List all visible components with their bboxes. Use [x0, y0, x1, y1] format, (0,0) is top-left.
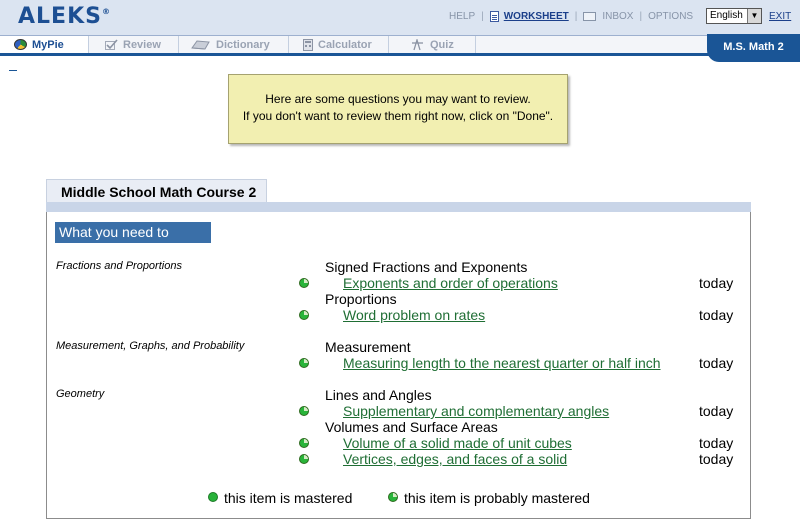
review-due: today	[699, 275, 734, 291]
divider	[9, 70, 17, 71]
message-line: Here are some questions you may want to …	[265, 92, 531, 106]
pie-chart-icon	[14, 39, 27, 50]
tab-quiz[interactable]: Quiz	[389, 36, 476, 53]
category-name: Measurement, Graphs, and Probability	[56, 340, 245, 352]
language-select[interactable]: English ▼	[706, 8, 762, 24]
language-value: English	[710, 10, 743, 21]
review-item-link[interactable]: Word problem on rates	[343, 307, 485, 323]
course-header-strip	[46, 202, 751, 212]
topic-name: Lines and Angles	[325, 387, 432, 403]
book-icon	[191, 39, 211, 50]
review-due: today	[699, 403, 734, 419]
review-heading: What you need to review	[55, 222, 211, 256]
top-links: HELP | WORKSHEET | INBOX | OPTIONS	[449, 11, 693, 22]
mastered-icon	[208, 492, 218, 502]
tab-label: MyPie	[32, 38, 64, 51]
top-header: ALEKS® HELP | WORKSHEET | INBOX | OPTION…	[0, 0, 800, 35]
tab-label: Review	[123, 38, 161, 51]
review-item-link[interactable]: Volume of a solid made of unit cubes	[343, 435, 572, 451]
course-title: Middle School Math Course 2	[46, 179, 267, 203]
review-item-link[interactable]: Vertices, edges, and faces of a solid	[343, 451, 567, 467]
probably-mastered-icon	[299, 454, 309, 464]
legend-mastered: this item is mastered	[224, 490, 353, 506]
category-name: Geometry	[56, 388, 105, 400]
options-link[interactable]: OPTIONS	[648, 11, 693, 22]
separator: |	[481, 11, 484, 22]
review-item-link[interactable]: Exponents and order of operations	[343, 275, 558, 291]
probably-mastered-icon	[299, 406, 309, 416]
chevron-down-icon[interactable]: ▼	[747, 9, 761, 23]
help-link[interactable]: HELP	[449, 11, 475, 22]
tab-dictionary[interactable]: Dictionary	[179, 36, 289, 53]
topic-name: Signed Fractions and Exponents	[325, 259, 528, 275]
topic-name: Volumes and Surface Areas	[325, 419, 498, 435]
tab-review[interactable]: Review	[89, 36, 179, 53]
aleks-logo: ALEKS®	[18, 4, 111, 29]
envelope-icon[interactable]	[583, 12, 597, 21]
separator: |	[574, 11, 578, 22]
legend-probably-mastered: this item is probably mastered	[404, 490, 590, 506]
nav-bar: MyPie Review Dictionary Calculator Quiz	[0, 35, 800, 56]
review-due: today	[699, 355, 734, 371]
tab-calculator[interactable]: Calculator	[289, 36, 389, 53]
review-due: today	[699, 451, 734, 467]
topic-name: Measurement	[325, 339, 411, 355]
review-item-link[interactable]: Measuring length to the nearest quarter …	[343, 355, 661, 371]
inbox-link[interactable]: INBOX	[602, 11, 633, 22]
tab-label: Quiz	[430, 38, 454, 51]
probably-mastered-icon	[299, 278, 309, 288]
checkmark-icon	[105, 39, 118, 50]
separator: |	[639, 11, 643, 22]
document-icon[interactable]	[489, 11, 499, 22]
calculator-icon	[303, 39, 313, 51]
topic-name: Proportions	[325, 291, 397, 307]
category-name: Fractions and Proportions	[56, 260, 182, 272]
tab-label: Dictionary	[216, 38, 270, 51]
message-line: If you don't want to review them right n…	[242, 109, 554, 123]
probably-mastered-icon	[299, 310, 309, 320]
probably-mastered-icon	[299, 358, 309, 368]
tab-label: Calculator	[318, 38, 372, 51]
tab-mypie[interactable]: MyPie	[0, 36, 89, 53]
quiz-icon	[411, 37, 425, 51]
course-badge[interactable]: M.S. Math 2	[707, 34, 800, 62]
review-item-link[interactable]: Supplementary and complementary angles	[343, 403, 609, 419]
review-due: today	[699, 435, 734, 451]
worksheet-link[interactable]: WORKSHEET	[504, 11, 569, 22]
probably-mastered-icon	[299, 438, 309, 448]
probably-mastered-icon	[388, 492, 398, 502]
review-due: today	[699, 307, 734, 323]
review-message: Here are some questions you may want to …	[228, 74, 568, 144]
exit-link[interactable]: EXIT	[769, 11, 791, 22]
